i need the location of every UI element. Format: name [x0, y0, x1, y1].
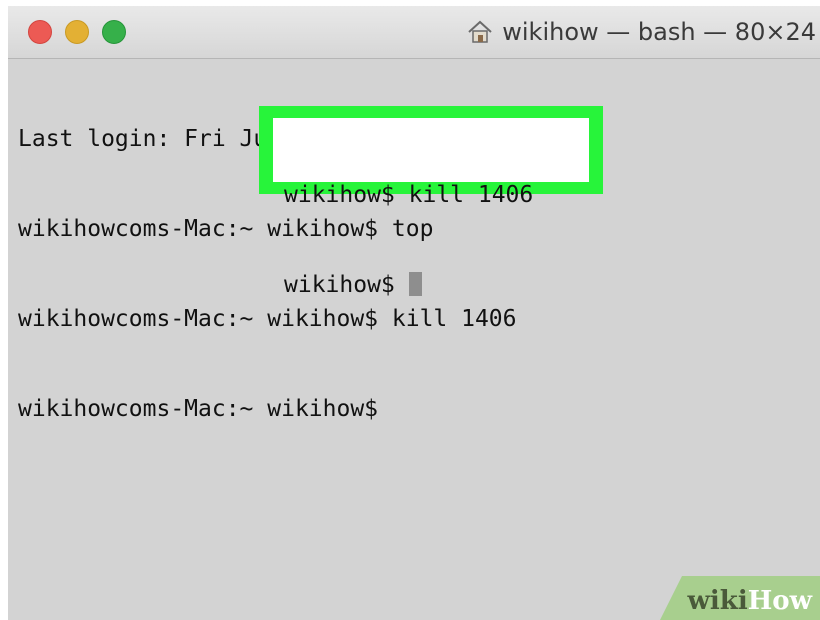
window-title: wikihow — bash — 80×24 — [466, 16, 816, 48]
close-button[interactable] — [28, 20, 52, 44]
highlighted-line: wikihow$ — [284, 272, 409, 298]
highlight-box: wikihow$ kill 1406 wikihow$ — [259, 106, 603, 298]
terminal-window: wikihow — bash — 80×24 Last login: Fri J… — [8, 6, 820, 620]
terminal-line: wikihowcoms-Mac:~ wikihow$ — [18, 396, 392, 422]
minimize-button[interactable] — [65, 20, 89, 44]
text-cursor — [408, 272, 422, 296]
window-title-text: wikihow — bash — 80×24 — [502, 18, 816, 46]
zoom-button[interactable] — [102, 20, 126, 44]
house-icon — [468, 20, 492, 43]
watermark-badge: wikiHow — [660, 576, 820, 620]
highlight-box-inner: wikihow$ kill 1406 wikihow$ — [273, 118, 589, 298]
highlighted-line: wikihow$ kill 1406 — [284, 182, 534, 208]
watermark-logo: wikiHow — [687, 586, 812, 616]
title-bar[interactable]: wikihow — bash — 80×24 — [8, 6, 820, 59]
highlighted-commands: wikihow$ kill 1406 wikihow$ — [284, 120, 533, 360]
